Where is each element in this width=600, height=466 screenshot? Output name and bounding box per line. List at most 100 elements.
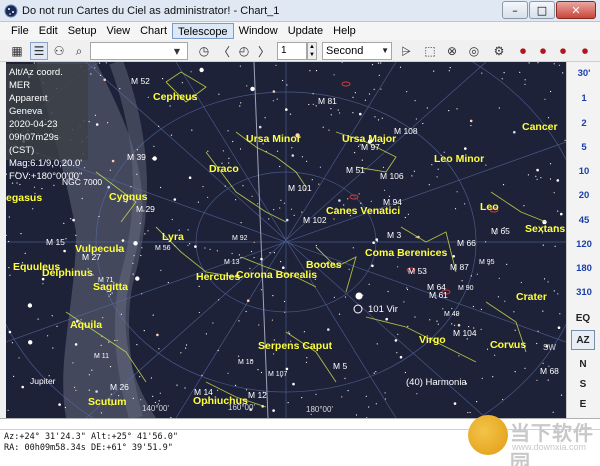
animation-icon[interactable]: ⩥ (397, 42, 415, 60)
fov-2-button[interactable]: 2 (567, 118, 600, 129)
star (95, 123, 99, 126)
star (216, 250, 218, 252)
star (191, 129, 193, 131)
star (406, 288, 409, 291)
star (132, 397, 134, 399)
menu-view[interactable]: View (101, 23, 135, 39)
star (464, 203, 466, 205)
time-unit-select[interactable]: Second ▼ (322, 42, 392, 60)
label-virgo: Virgo (419, 334, 446, 346)
calendar-icon[interactable]: ▦ (8, 42, 26, 60)
list-icon[interactable]: ☰ (30, 42, 48, 60)
menu-update[interactable]: Update (283, 23, 328, 39)
step-spinner[interactable]: ▲ ▼ (307, 42, 317, 60)
label-101-vir: 101 Vir (368, 304, 398, 315)
now-clock-icon[interactable]: ◴ (235, 42, 253, 60)
record-lock-icon[interactable]: ⏺ (514, 42, 532, 60)
label-m97: M 97 (361, 142, 380, 152)
fov-5-button[interactable]: 5 (567, 142, 600, 153)
chevron-down-icon[interactable]: ▼ (168, 42, 186, 60)
star (333, 296, 335, 298)
star (199, 67, 204, 73)
label-m26: M 26 (110, 382, 129, 392)
window-title: Do not run Cartes du Ciel as administrat… (22, 4, 280, 17)
star (451, 323, 453, 325)
star (107, 122, 109, 124)
star (257, 369, 259, 371)
menu-file[interactable]: File (6, 23, 34, 39)
star (312, 93, 314, 95)
fov-45-button[interactable]: 45 (567, 215, 600, 226)
menu-help[interactable]: Help (328, 23, 361, 39)
record-end-icon[interactable]: ⏺ (576, 42, 594, 60)
label-serpens-caput: Serpens Caput (258, 340, 333, 352)
sky-chart[interactable]: Cepheus Ursa Minor Ursa Major Cancer Dra… (6, 62, 566, 418)
minimize-button[interactable]: – (502, 1, 528, 19)
record-icon[interactable]: ⏺ (534, 42, 552, 60)
fov-120-button[interactable]: 120 (567, 239, 600, 250)
target-icon[interactable]: ◎ (465, 42, 483, 60)
star (99, 74, 102, 76)
step-input[interactable]: 1 (277, 42, 307, 60)
watermark: 当下软件园 www.downxia.com (468, 415, 598, 466)
star (100, 344, 102, 346)
north-button[interactable]: N (571, 354, 595, 374)
star (42, 283, 44, 285)
star (502, 184, 505, 186)
label-m11: M 11 (94, 353, 109, 360)
step-back-icon[interactable]: 〈 (215, 42, 233, 60)
record-stop-icon[interactable]: ⏺ (554, 42, 572, 60)
star (344, 296, 347, 298)
fov-10-button[interactable]: 10 (567, 166, 600, 177)
label-m13: M 13 (224, 259, 240, 266)
label-m5: M 5 (333, 361, 347, 371)
maximize-button[interactable]: □ (529, 1, 555, 19)
star (375, 371, 377, 373)
fov-310-button[interactable]: 310 (567, 287, 600, 298)
star (152, 156, 157, 161)
fov-180-button[interactable]: 180 (567, 263, 600, 274)
star (523, 205, 525, 207)
label-m101: M 101 (288, 183, 312, 193)
star (368, 406, 370, 408)
eq-mode-button[interactable]: EQ (571, 308, 595, 328)
sky-map[interactable]: Cepheus Ursa Minor Ursa Major Cancer Dra… (6, 62, 566, 418)
search-icon[interactable]: ⌕ (70, 42, 88, 60)
menu-telescope[interactable]: Telescope (172, 23, 234, 39)
star (207, 196, 209, 198)
fov-1-button[interactable]: 1 (567, 93, 600, 104)
star (537, 330, 539, 332)
zoom-fit-icon[interactable]: ⬚ (421, 42, 439, 60)
zoom-cross-icon[interactable]: ⊗ (443, 42, 461, 60)
az-mode-button[interactable]: AZ (571, 330, 595, 350)
star (381, 117, 383, 119)
menu-edit[interactable]: Edit (34, 23, 63, 39)
star (536, 168, 539, 172)
menu-setup[interactable]: Setup (63, 23, 102, 39)
star (144, 233, 146, 235)
star (426, 107, 428, 109)
star (318, 183, 320, 185)
fov-20-button[interactable]: 20 (567, 190, 600, 201)
south-button[interactable]: S (571, 374, 595, 394)
label-jupiter: Jupiter (30, 376, 56, 386)
star (527, 174, 530, 176)
star (502, 398, 504, 401)
star (258, 324, 260, 326)
star (451, 307, 453, 310)
star (354, 152, 356, 154)
east-button[interactable]: E (571, 394, 595, 414)
clock-icon[interactable]: ◷ (195, 42, 213, 60)
telescope-icon[interactable]: ⚙ (490, 42, 508, 60)
star (260, 289, 262, 291)
menu-chart[interactable]: Chart (135, 23, 172, 39)
menu-window[interactable]: Window (234, 23, 283, 39)
fov-30arcmin-button[interactable]: 30' (567, 68, 600, 79)
step-forward-icon[interactable]: 〉 (255, 42, 273, 60)
star (406, 287, 408, 289)
close-button[interactable]: ✕ (556, 1, 596, 19)
binoculars-icon[interactable]: ⚇ (50, 42, 68, 60)
star (291, 147, 293, 149)
star (501, 78, 503, 80)
selected-star[interactable] (355, 292, 363, 300)
